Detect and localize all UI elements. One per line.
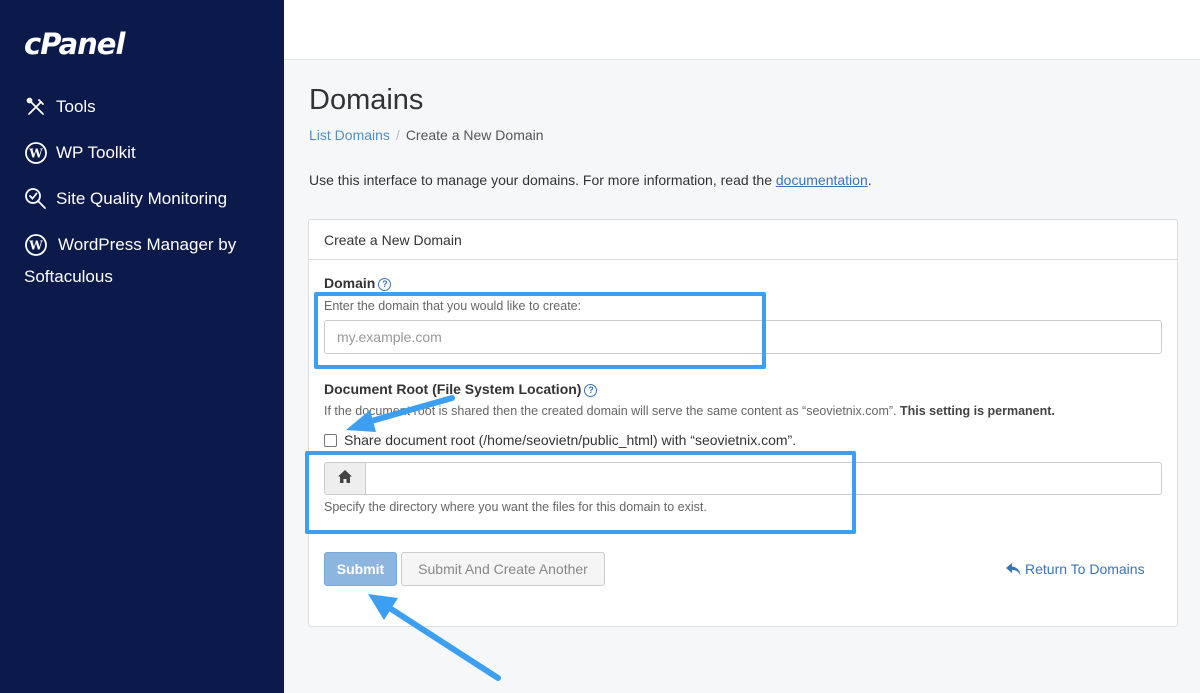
domain-input[interactable]: [324, 320, 1162, 354]
sidebar-item-label: Tools: [56, 97, 96, 116]
breadcrumb-separator: /: [395, 127, 400, 143]
help-icon[interactable]: ?: [378, 278, 392, 291]
sidebar-item-wordpress-manager[interactable]: W WordPress Manager by Softaculous: [24, 229, 264, 293]
tools-icon: [24, 95, 48, 119]
document-root-input[interactable]: [365, 462, 1162, 495]
sidebar: cPanel Tools W WP Toolkit Site Quality M…: [0, 0, 284, 693]
breadcrumb-current: Create a New Domain: [405, 127, 544, 143]
share-docroot-label[interactable]: Share document root (/home/seovietn/publ…: [344, 432, 796, 448]
svg-text:W: W: [28, 147, 43, 161]
help-icon[interactable]: ?: [584, 384, 598, 397]
docroot-hint-text: If the document root is shared then the …: [324, 404, 897, 418]
return-to-domains-label: Return To Domains: [1025, 561, 1145, 577]
wordpress-icon: W: [24, 141, 48, 165]
sidebar-item-label: WP Toolkit: [56, 143, 136, 162]
sidebar-item-tools[interactable]: Tools: [24, 95, 96, 119]
panel-title: Create a New Domain: [309, 220, 1177, 260]
top-header: [284, 0, 1200, 60]
sidebar-item-site-quality-monitoring[interactable]: Site Quality Monitoring: [24, 187, 227, 211]
return-to-domains-link[interactable]: Return To Domains: [1006, 561, 1145, 577]
share-docroot-checkbox[interactable]: [324, 433, 337, 447]
docroot-label-text: Document Root (File System Location): [324, 381, 582, 397]
submit-button[interactable]: Submit: [324, 552, 397, 586]
submit-and-create-another-button[interactable]: Submit And Create Another: [401, 552, 605, 586]
reply-arrow-icon: [1006, 562, 1021, 576]
home-addon: [324, 462, 366, 495]
breadcrumb-list-domains[interactable]: List Domains: [309, 127, 390, 143]
cpanel-logo[interactable]: cPanel: [24, 27, 125, 61]
docroot-hint: If the document root is shared then the …: [324, 404, 1055, 418]
domain-label: Domain?: [324, 275, 392, 291]
wordpress-icon: W: [24, 233, 48, 257]
home-icon: [338, 469, 352, 488]
sidebar-item-wp-toolkit[interactable]: W WP Toolkit: [24, 141, 136, 165]
intro-text-end: .: [867, 172, 872, 188]
site-quality-icon: [24, 187, 48, 211]
intro-text: Use this interface to manage your domain…: [309, 172, 872, 188]
sidebar-item-label: WordPress Manager by Softaculous: [24, 235, 237, 286]
domain-label-text: Domain: [324, 275, 376, 291]
domain-hint: Enter the domain that you would like to …: [324, 299, 582, 313]
sidebar-item-label: Site Quality Monitoring: [56, 189, 228, 208]
docroot-hint-permanent: This setting is permanent.: [900, 404, 1055, 418]
docroot-label: Document Root (File System Location)?: [324, 381, 598, 397]
documentation-link[interactable]: documentation: [776, 172, 868, 188]
svg-text:W: W: [28, 239, 43, 253]
breadcrumb: List Domains / Create a New Domain: [309, 127, 544, 143]
docroot-help-text: Specify the directory where you want the…: [324, 500, 707, 514]
page-title: Domains: [309, 84, 424, 116]
share-docroot-row: Share document root (/home/seovietn/publ…: [324, 432, 796, 448]
intro-text-body: Use this interface to manage your domain…: [309, 172, 776, 188]
